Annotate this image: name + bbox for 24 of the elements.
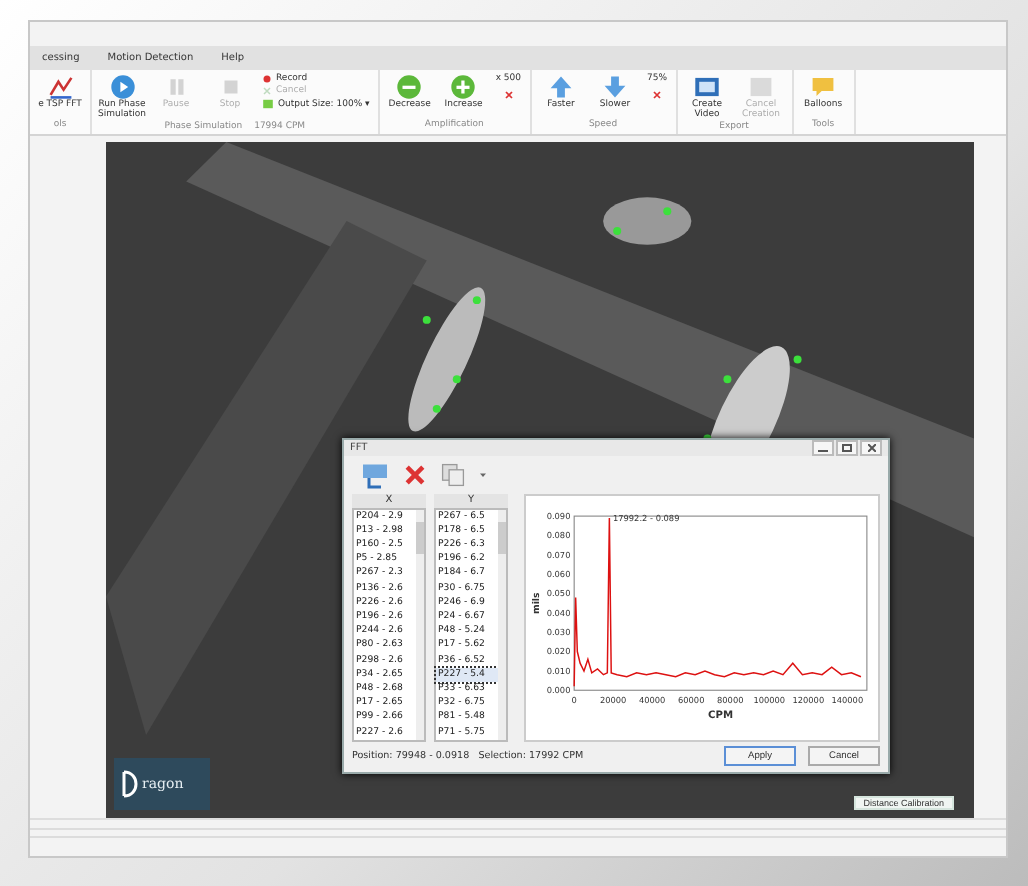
swirl-icon <box>120 768 140 800</box>
close-icon <box>402 461 428 488</box>
cancel-icon <box>262 86 272 96</box>
arrow-up-icon <box>548 74 574 100</box>
arrow-down-icon <box>602 74 628 100</box>
speech-bubble-icon <box>810 74 837 100</box>
minimize-icon <box>818 445 828 451</box>
record-icon <box>262 74 272 84</box>
copy-icon <box>440 461 466 488</box>
film-icon <box>694 74 721 100</box>
scrollbar[interactable] <box>416 509 424 740</box>
caret-icon <box>478 469 488 480</box>
scrollbar[interactable] <box>498 509 506 740</box>
maximize-button[interactable] <box>836 440 858 456</box>
close-button[interactable] <box>860 440 882 456</box>
close-icon <box>652 90 662 100</box>
picture-icon <box>262 98 274 110</box>
close-icon <box>867 444 875 452</box>
chart-icon <box>360 459 390 490</box>
chart-icon <box>47 74 73 100</box>
minimize-button[interactable] <box>812 440 834 456</box>
film-icon <box>748 74 775 100</box>
maximize-icon <box>842 444 852 452</box>
close-icon <box>503 90 514 100</box>
